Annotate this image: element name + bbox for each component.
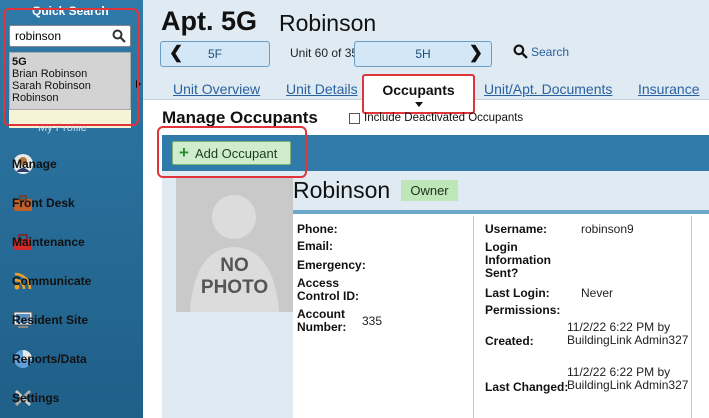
quick-search-result[interactable]: Brian Robinson xyxy=(12,68,128,80)
sidebar: Quick Search My Profile 5G Brian Robinso… xyxy=(0,0,143,418)
unit-owner-name: Robinson xyxy=(279,10,377,36)
search-link[interactable]: Search xyxy=(513,44,569,59)
quick-search-result[interactable]: Sarah Robinson xyxy=(12,80,128,92)
section-title: Manage Occupants xyxy=(162,108,318,127)
occupant-photo[interactable]: NO PHOTO xyxy=(176,177,293,312)
email-label: Email: xyxy=(297,239,334,253)
search-icon[interactable] xyxy=(112,29,126,43)
phone-label: Phone: xyxy=(297,222,338,236)
last-changed-value: 11/2/22 6:22 PM by BuildingLink Admin327 xyxy=(567,365,689,392)
sidebar-item-label: Manage xyxy=(12,156,57,171)
search-label: Search xyxy=(531,44,570,59)
sidebar-item-maintenance[interactable]: Maintenance xyxy=(0,223,143,261)
quick-search-title: Quick Search xyxy=(32,4,109,18)
last-changed-label: Last Changed: xyxy=(485,380,569,394)
sidebar-item-settings[interactable]: Settings xyxy=(0,379,143,417)
tab-insurance[interactable]: Insurance xyxy=(638,81,699,97)
chevron-right-icon: ❯ xyxy=(468,43,483,62)
username-value: robinson9 xyxy=(581,222,634,236)
sidebar-item-manage[interactable]: Manage xyxy=(0,145,143,183)
page-title: Apt. 5G xyxy=(161,6,258,36)
last-login-label: Last Login: xyxy=(485,286,550,300)
emergency-label: Emergency: xyxy=(297,258,366,272)
sidebar-item-label: Front Desk xyxy=(12,195,75,210)
collapse-arrow-icon[interactable] xyxy=(136,80,141,88)
sidebar-item-label: Maintenance xyxy=(12,234,85,249)
occupant-name: Robinson xyxy=(293,177,391,203)
tab-occupants[interactable]: Occupants xyxy=(362,74,475,114)
my-profile-link[interactable]: My Profile xyxy=(38,122,87,134)
chevron-left-icon: ❮ xyxy=(169,43,184,62)
caret-down-icon xyxy=(414,102,423,107)
unit-tabs: Unit Overview Unit Details Occupants Uni… xyxy=(143,74,709,114)
access-control-id-label: Access Control ID: xyxy=(297,276,359,303)
username-label: Username: xyxy=(485,222,548,236)
quick-search-input[interactable] xyxy=(10,26,108,46)
prev-unit-button[interactable]: ❮ 5F xyxy=(160,41,270,67)
sidebar-item-label: Settings xyxy=(12,390,60,405)
account-number-value: 335 xyxy=(362,314,383,328)
next-unit-label: 5H xyxy=(415,47,431,61)
sidebar-item-resident-site[interactable]: Resident Site xyxy=(0,301,143,339)
column-divider xyxy=(691,216,692,418)
search-icon xyxy=(513,44,528,59)
account-number-label: Account Number: xyxy=(297,307,347,334)
add-occupant-label: Add Occupant xyxy=(194,145,278,161)
sidebar-item-communicate[interactable]: Communicate xyxy=(0,262,143,300)
next-unit-button[interactable]: 5H ❯ xyxy=(354,41,492,67)
permissions-label: Permissions: xyxy=(485,303,561,317)
add-occupant-button[interactable]: + Add Occupant xyxy=(172,141,291,165)
include-deactivated-toggle[interactable]: Include Deactivated Occupants xyxy=(349,112,523,124)
include-deactivated-label: Include Deactivated Occupants xyxy=(364,112,524,124)
main-content: Apt. 5G Robinson ❮ 5F Unit 60 of 359 5H … xyxy=(143,0,709,418)
last-login-value: Never xyxy=(581,286,614,300)
sidebar-item-front-desk[interactable]: Front Desk xyxy=(0,184,143,222)
no-photo-text: NO PHOTO xyxy=(176,255,293,299)
quick-search-result[interactable]: Robinson xyxy=(12,92,128,104)
no-photo-line1: NO xyxy=(220,255,249,276)
tab-unit-overview[interactable]: Unit Overview xyxy=(173,81,260,97)
no-photo-line2: PHOTO xyxy=(200,277,269,298)
tab-occupants-label: Occupants xyxy=(382,82,455,98)
sidebar-item-reports-data[interactable]: Reports/Data xyxy=(0,340,143,378)
sidebar-item-label: Communicate xyxy=(12,273,92,288)
quick-search-field[interactable] xyxy=(9,25,131,47)
column-divider xyxy=(473,216,474,418)
prev-unit-label: 5F xyxy=(207,47,222,61)
tab-unit-apt-documents[interactable]: Unit/Apt. Documents xyxy=(484,81,612,97)
login-info-sent-label: Login Information Sent? xyxy=(485,240,551,280)
include-deactivated-checkbox[interactable] xyxy=(349,112,360,124)
quick-search-result[interactable]: 5G xyxy=(12,56,128,68)
tab-unit-details[interactable]: Unit Details xyxy=(286,81,358,97)
sidebar-item-label: Reports/Data xyxy=(12,351,87,366)
created-label: Created: xyxy=(485,334,534,348)
created-value: 11/2/22 6:22 PM by BuildingLink Admin327 xyxy=(567,320,689,347)
owner-badge: Owner xyxy=(401,180,458,201)
plus-icon: + xyxy=(179,143,189,162)
sidebar-item-label: Resident Site xyxy=(12,312,89,327)
quick-search-results: 5G Brian Robinson Sarah Robinson Robinso… xyxy=(9,52,131,110)
